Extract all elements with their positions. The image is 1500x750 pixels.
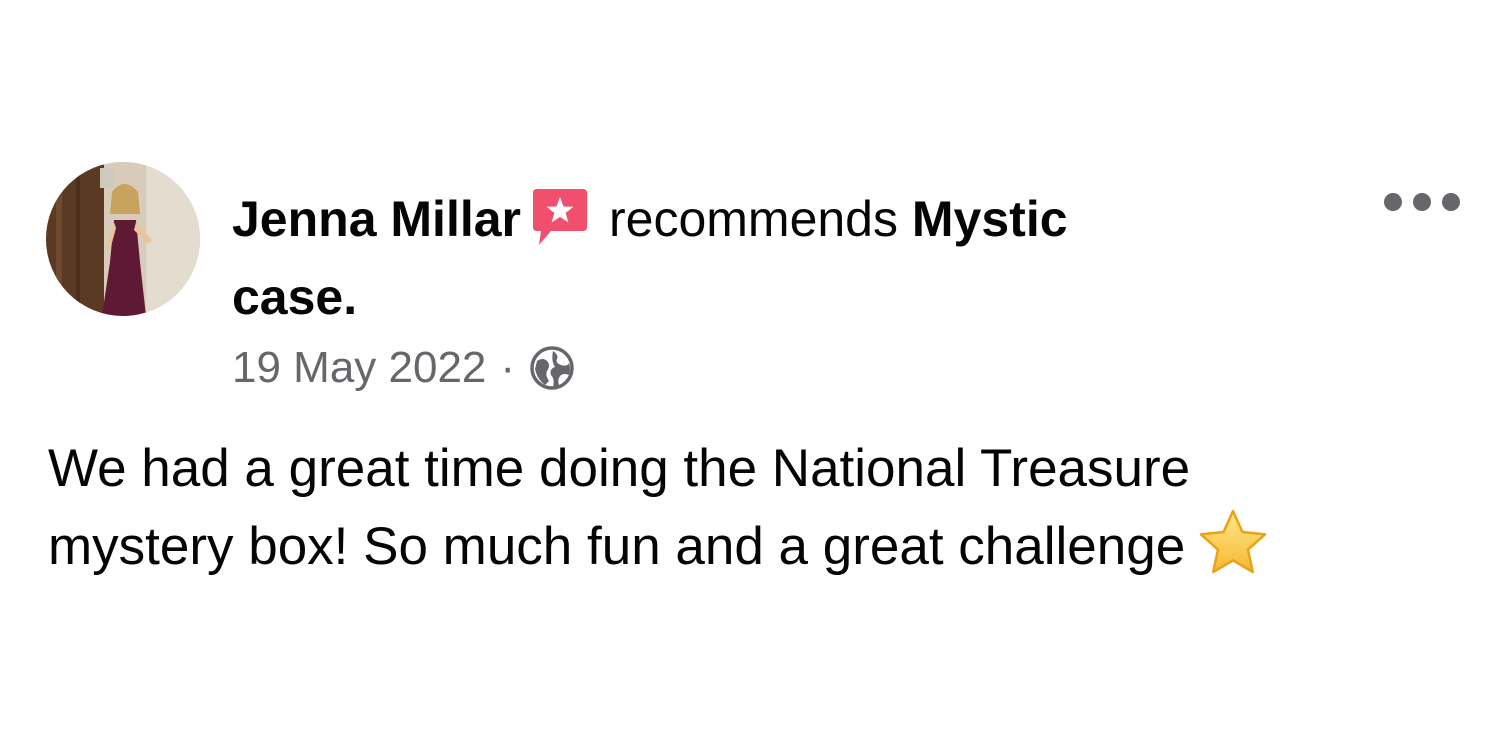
avatar-photo bbox=[46, 162, 200, 316]
post-body: We had a great time doing the National T… bbox=[48, 430, 1448, 586]
meta-separator: · bbox=[500, 343, 516, 392]
globe-icon[interactable] bbox=[529, 345, 575, 391]
star-emoji bbox=[1199, 509, 1267, 574]
recommend-star-bubble-icon bbox=[533, 188, 587, 245]
author-name[interactable]: Jenna Millar bbox=[232, 191, 521, 247]
post-body-line1: We had a great time doing the National T… bbox=[48, 439, 1191, 498]
post-meta: 19 May 2022 · bbox=[232, 340, 575, 396]
more-dot bbox=[1413, 193, 1431, 211]
page-name-part1: Mystic bbox=[911, 191, 1068, 247]
page-name-part2: case. bbox=[232, 269, 358, 325]
post-date[interactable]: 19 May 2022 bbox=[232, 340, 486, 396]
avatar[interactable] bbox=[46, 162, 200, 316]
post-header: Jenna Millar recommends Mystic case. bbox=[232, 180, 1232, 336]
post-body-line2: mystery box! So much fun and a great cha… bbox=[48, 517, 1186, 576]
more-dot bbox=[1442, 193, 1460, 211]
recommends-text: recommends bbox=[609, 191, 898, 247]
more-options-icon[interactable] bbox=[1384, 180, 1460, 224]
post-card: Jenna Millar recommends Mystic case. 19 M… bbox=[0, 0, 1500, 750]
more-dot bbox=[1384, 193, 1402, 211]
